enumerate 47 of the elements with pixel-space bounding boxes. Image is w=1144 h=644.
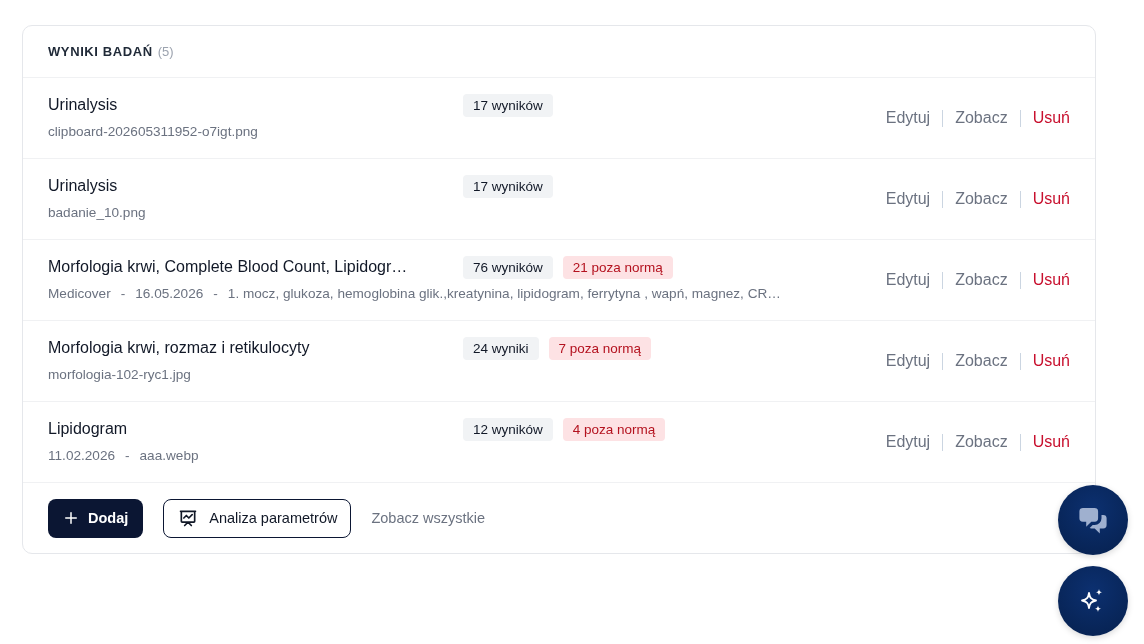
edit-link[interactable]: Edytuj <box>885 352 931 370</box>
view-link[interactable]: Zobacz <box>955 433 1008 451</box>
result-count-badge: 76 wyników <box>463 255 553 279</box>
edit-link[interactable]: Edytuj <box>885 109 931 127</box>
view-link[interactable]: Zobacz <box>955 109 1008 127</box>
result-meta-text: - <box>213 285 218 301</box>
add-button[interactable]: Dodaj <box>48 498 144 538</box>
delete-link[interactable]: Usuń <box>1032 271 1070 289</box>
result-title: Lipidogram <box>48 420 129 438</box>
edit-link[interactable]: Edytuj <box>885 190 931 208</box>
delete-link[interactable]: Usuń <box>1032 109 1070 127</box>
delete-link[interactable]: Usuń <box>1032 433 1070 451</box>
abnormal-count-badge: 4 poza normą <box>562 417 666 441</box>
view-link[interactable]: Zobacz <box>955 352 1008 370</box>
result-meta-text: aaa.webp <box>139 447 199 463</box>
edit-link[interactable]: Edytuj <box>885 271 931 289</box>
result-meta-text: Medicover <box>48 285 111 301</box>
result-title: Urinalysis <box>48 96 119 114</box>
result-meta-text: 11.02.2026 <box>48 447 116 463</box>
view-link[interactable]: Zobacz <box>955 271 1008 289</box>
abnormal-count-badge: 21 poza normą <box>562 255 673 279</box>
delete-link[interactable]: Usuń <box>1032 352 1070 370</box>
delete-link[interactable]: Usuń <box>1032 190 1070 208</box>
result-count-badge: 17 wyników <box>463 93 553 117</box>
abnormal-count-badge: 7 poza normą <box>548 336 652 360</box>
section-title: WYNIKI BADAŃ <box>48 44 153 59</box>
result-count-badge: 17 wyników <box>463 174 553 198</box>
section-count: (5) <box>157 44 174 59</box>
plus-icon <box>62 509 80 527</box>
result-meta-text: - <box>125 447 130 463</box>
view-link[interactable]: Zobacz <box>955 190 1008 208</box>
result-meta-text: 1. mocz, glukoza, hemoglobina glik.,kreatynina, lipidogram, ferrytyna , wapń, magnez, CR… <box>227 285 781 301</box>
presentation-chart-icon <box>178 508 199 528</box>
result-count-badge: 24 wyniki <box>463 336 539 360</box>
assistant-button[interactable] <box>1058 566 1128 636</box>
result-meta-text: morfologia-102-ryc1.jpg <box>48 366 191 382</box>
edit-link[interactable]: Edytuj <box>885 433 931 451</box>
result-title: Morfologia krwi, Complete Blood Count, Lipidogr… <box>48 258 409 276</box>
result-title: Urinalysis <box>48 177 119 195</box>
result-meta-text: 16.05.2026 <box>135 285 204 301</box>
result-title: Morfologia krwi, rozmaz i retikulocyty <box>48 339 311 357</box>
view-all-link[interactable]: Zobacz wszystkie <box>371 510 486 526</box>
result-meta-text: badanie_10.png <box>48 204 146 220</box>
result-meta-text: - <box>120 285 126 301</box>
analysis-button[interactable]: Analiza parametrów <box>163 498 352 538</box>
result-meta-text: clipboard-202605311952-o7igt.png <box>48 123 258 139</box>
result-count-badge: 12 wyników <box>463 417 553 441</box>
